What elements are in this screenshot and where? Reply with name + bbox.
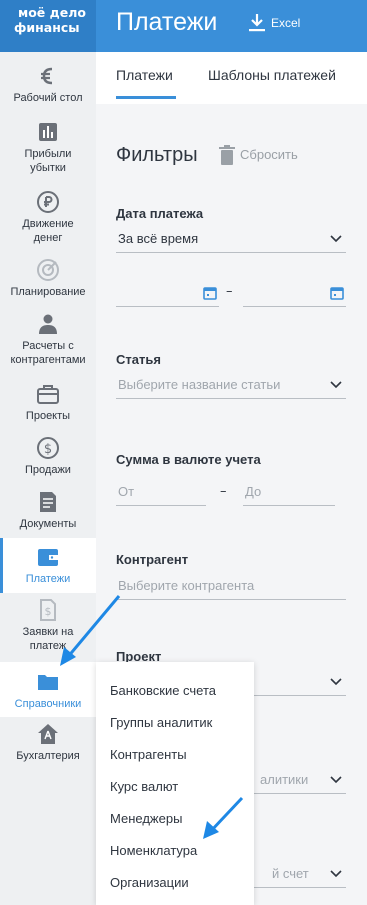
menu-item-analytics-groups[interactable]: Группы аналитик [110, 715, 212, 730]
sum-to-placeholder: До [245, 484, 262, 499]
date-period-value: За всё время [118, 231, 199, 246]
sidebar-item-label: Продажи [25, 464, 71, 476]
sidebar-item-accounting[interactable]: Бухгалтерия [0, 722, 96, 766]
sidebar-item-dashboard[interactable]: Рабочий стол [0, 64, 96, 108]
sum-from-placeholder: От [118, 484, 135, 499]
sidebar-item-label: Проекты [25, 410, 71, 422]
date-period-select[interactable]: За всё время [116, 229, 346, 253]
sidebar-item-sales[interactable]: $ Продажи [0, 436, 96, 480]
page-title: Платежи [116, 8, 218, 36]
menu-item-managers[interactable]: Менеджеры [110, 811, 182, 826]
directories-menu: Банковские счета Группы аналитик Контраг… [96, 662, 254, 905]
wallet-euro-icon [41, 67, 53, 85]
house-icon [38, 724, 58, 744]
active-indicator [0, 538, 3, 593]
sidebar-item-label: Расчеты с контрагентами [10, 340, 86, 366]
sidebar-item-profit-loss[interactable]: Прибыли убытки [0, 120, 96, 176]
menu-item-exchange-rates[interactable]: Курс валют [110, 779, 178, 794]
filters-title: Фильтры [116, 144, 198, 166]
sidebar-item-label: Планирование [10, 286, 86, 298]
logo-line1: моё дело [18, 5, 86, 20]
sidebar-item-payments[interactable]: Платежи [0, 538, 96, 593]
sidebar-item-cashflow[interactable]: Движение денег [0, 190, 96, 246]
download-icon [249, 14, 265, 32]
menu-item-nomenclature[interactable]: Номенклатура [110, 843, 197, 858]
excel-export-button[interactable]: Excel [248, 12, 300, 34]
article-select[interactable]: Выберите название статьи [116, 375, 346, 399]
sidebar-item-projects[interactable]: Проекты [0, 382, 96, 426]
menu-item-bank-accounts[interactable]: Банковские счета [110, 683, 216, 698]
sidebar-item-label: Движение денег [22, 218, 74, 244]
tab-payments[interactable]: Платежи [116, 67, 173, 83]
chevron-down-icon [330, 381, 342, 389]
sidebar-item-label: Бухгалтерия [16, 750, 80, 762]
analytics-placeholder: алитики [260, 772, 309, 787]
date-range-dash: – [226, 284, 233, 299]
sidebar-item-label: Документы [19, 518, 77, 530]
sidebar-item-settlements[interactable]: Расчеты с контрагентами [0, 312, 96, 370]
chevron-down-icon [330, 235, 342, 243]
annotation-arrow-icon [203, 796, 244, 839]
chevron-down-icon [330, 776, 342, 784]
chevron-down-icon [330, 870, 342, 878]
calendar-icon[interactable] [203, 286, 217, 300]
sum-range-dash: – [220, 484, 227, 499]
menu-item-contractors[interactable]: Контрагенты [110, 747, 187, 762]
annotation-arrow-icon [60, 595, 121, 666]
wallet-icon [38, 549, 58, 566]
logo-line2: финансы [14, 20, 80, 35]
reset-filters-button[interactable]: Сбросить [240, 147, 298, 162]
active-tab-underline [116, 96, 176, 99]
tab-templates[interactable]: Шаблоны платежей [208, 67, 336, 83]
sidebar-item-label: Платежи [25, 573, 71, 585]
app-header: моё дело финансы Платежи Excel [0, 0, 367, 52]
svg-text:$: $ [45, 605, 52, 618]
contractor-label: Контрагент [116, 552, 189, 567]
ruble-exchange-icon [37, 191, 59, 213]
sidebar-item-label: Прибыли убытки [24, 148, 72, 174]
menu-item-organizations[interactable]: Организации [110, 875, 189, 890]
target-icon [37, 259, 59, 281]
contractor-placeholder: Выберите контрагента [118, 578, 255, 593]
folder-icon [38, 675, 58, 690]
sidebar-item-directories[interactable]: Справочники [0, 662, 96, 717]
sum-from-input[interactable]: От [116, 482, 206, 506]
document-icon [40, 492, 56, 512]
person-icon [39, 314, 57, 334]
trash-icon[interactable] [218, 145, 236, 165]
article-placeholder: Выберите название статьи [118, 377, 281, 392]
sidebar-item-label: Рабочий стол [13, 92, 83, 104]
sidebar-item-label: Справочники [14, 698, 82, 710]
sum-to-input[interactable]: До [243, 482, 335, 506]
excel-label: Excel [271, 16, 301, 30]
account-placeholder: й счет [272, 866, 309, 881]
chevron-down-icon [330, 678, 342, 686]
sidebar-item-planning[interactable]: Планирование [0, 258, 96, 302]
bar-chart-icon [39, 123, 57, 141]
contractor-select[interactable]: Выберите контрагента [116, 576, 346, 600]
briefcase-icon [37, 385, 59, 404]
date-label: Дата платежа [116, 206, 204, 221]
article-label: Статья [116, 352, 161, 367]
calendar-icon[interactable] [330, 286, 344, 300]
svg-text:$: $ [44, 442, 52, 457]
sum-label: Сумма в валюте учета [116, 452, 261, 467]
app-logo[interactable]: моё дело финансы [0, 0, 96, 52]
sidebar-item-documents[interactable]: Документы [0, 490, 96, 534]
dollar-icon: $ [37, 437, 59, 459]
